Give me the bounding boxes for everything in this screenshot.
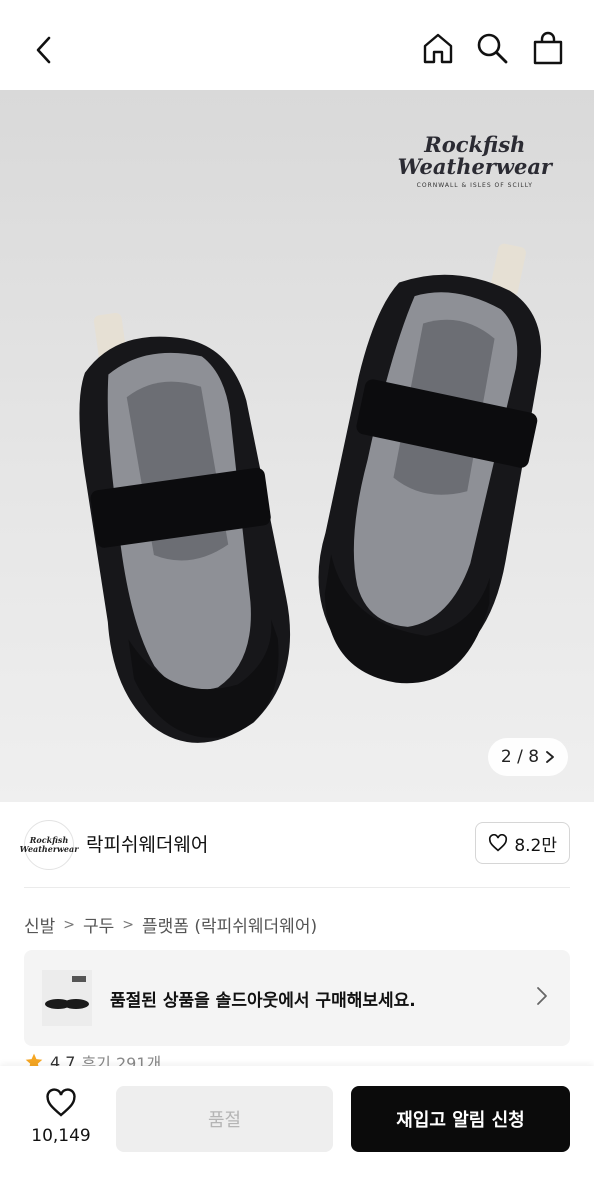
chevron-right-icon: [536, 986, 548, 1010]
brand-like-count: 8.2만: [514, 835, 557, 856]
bottom-action-bar: 10,149 품절 재입고 알림 신청: [0, 1066, 594, 1200]
home-button[interactable]: [418, 28, 458, 68]
chevron-left-icon: [36, 36, 51, 64]
chevron-right-icon: [546, 751, 554, 763]
avatar-text-line2: Weatherwear: [19, 844, 79, 854]
top-header: [0, 0, 594, 90]
right-shoe: [318, 243, 542, 684]
breadcrumb-item[interactable]: 신발: [24, 912, 55, 937]
search-icon: [477, 33, 508, 64]
soldout-banner[interactable]: 품절된 상품을 솔드아웃에서 구매해보세요.: [24, 950, 570, 1046]
cart-button[interactable]: [528, 28, 568, 68]
search-button[interactable]: [472, 28, 512, 68]
image-counter-button[interactable]: 2 / 8: [488, 738, 568, 776]
soldout-thumbnail: [42, 970, 92, 1026]
breadcrumb-chevron-icon: >: [63, 916, 76, 933]
heart-icon: [489, 834, 508, 852]
back-button[interactable]: [26, 30, 60, 70]
brand-like-button[interactable]: 8.2만: [475, 822, 570, 864]
breadcrumb-item[interactable]: 구두: [83, 912, 114, 937]
wishlist-button[interactable]: 10,149: [20, 1088, 102, 1146]
breadcrumb-item[interactable]: 플랫폼 (락피쉬웨더웨어): [142, 912, 317, 937]
brand-name-link[interactable]: 락피쉬웨더웨어: [86, 830, 208, 857]
soldout-button[interactable]: 품절: [116, 1086, 333, 1152]
brand-avatar[interactable]: Rockfish Weatherwear: [20, 820, 78, 870]
product-photo-shoes: [79, 243, 542, 743]
breadcrumb: 신발 > 구두 > 플랫폼 (락피쉬웨더웨어): [24, 912, 317, 938]
home-icon: [423, 33, 453, 64]
product-image-carousel[interactable]: Rockfish Weatherwear CORNWALL & ISLES OF…: [0, 90, 594, 802]
shopping-bag-icon: [533, 31, 563, 65]
soldout-banner-text: 품절된 상품을 솔드아웃에서 구매해보세요.: [110, 991, 416, 1011]
brand-row: Rockfish Weatherwear 락피쉬웨더웨어 8.2만: [0, 802, 594, 888]
image-counter-text: 2 / 8: [500, 747, 540, 767]
divider: [24, 887, 570, 888]
wishlist-count: 10,149: [31, 1126, 91, 1146]
breadcrumb-chevron-icon: >: [122, 916, 135, 933]
restock-alert-button[interactable]: 재입고 알림 신청: [351, 1086, 570, 1152]
left-shoe: [79, 312, 291, 743]
heart-icon: [46, 1088, 76, 1117]
